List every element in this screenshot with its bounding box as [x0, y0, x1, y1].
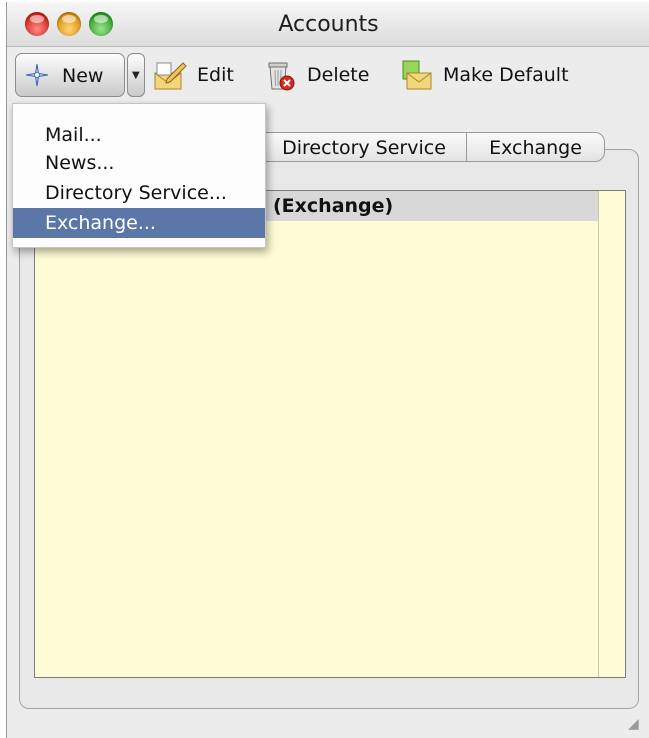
make-default-envelope-icon: [402, 60, 432, 90]
menu-item-exchange[interactable]: Exchange...: [13, 208, 265, 238]
tab-exchange[interactable]: Exchange: [466, 132, 605, 162]
new-button-label: New: [62, 65, 104, 87]
menu-item-mail[interactable]: Mail...: [13, 120, 265, 150]
edit-button-label: Edit: [197, 64, 234, 86]
accounts-list[interactable]: (Exchange): [34, 190, 626, 678]
delete-button-label: Delete: [307, 64, 370, 86]
tab-directory-service[interactable]: Directory Service: [261, 132, 467, 162]
new-button[interactable]: New: [15, 53, 125, 97]
delete-trash-icon: [268, 62, 295, 91]
new-sparkle-icon: [26, 64, 48, 86]
new-account-menu: Mail... News... Directory Service... Exc…: [12, 103, 266, 248]
delete-button[interactable]: Delete: [263, 53, 383, 97]
new-menu-dropdown-button[interactable]: ▼: [127, 53, 145, 97]
edit-button[interactable]: Edit: [153, 53, 243, 97]
edit-pencil-icon: [154, 62, 187, 90]
menu-item-directory-service[interactable]: Directory Service...: [13, 178, 265, 208]
window-title: Accounts: [278, 12, 379, 37]
make-default-button-label: Make Default: [443, 64, 569, 86]
account-name: (Exchange): [273, 195, 394, 217]
resize-grip-icon[interactable]: ◢: [628, 716, 644, 732]
menu-item-news[interactable]: News...: [13, 148, 265, 178]
title-bar[interactable]: Accounts: [7, 2, 649, 47]
vertical-scrollbar[interactable]: [598, 191, 625, 677]
make-default-button[interactable]: Make Default: [399, 53, 599, 97]
toolbar: New ▼ Edit Delete Make Default: [7, 47, 649, 107]
chevron-down-icon: ▼: [132, 70, 140, 81]
